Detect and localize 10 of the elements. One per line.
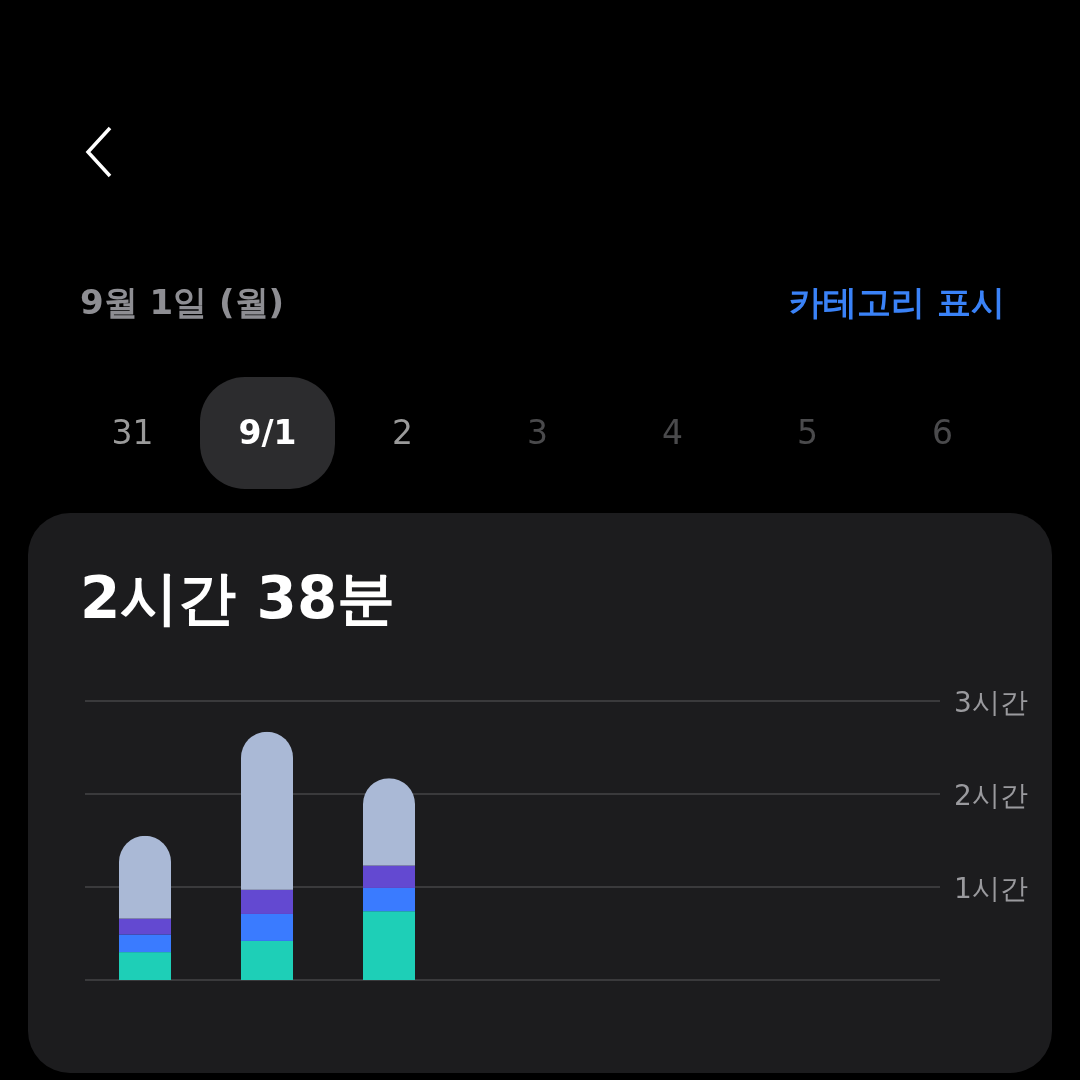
back-icon[interactable]	[84, 126, 114, 178]
day-tab[interactable]: 9/1	[200, 377, 335, 489]
selected-date-label: 9월 1일 (월)	[80, 280, 285, 324]
day-tab[interactable]: 2	[335, 377, 470, 489]
total-time: 2시간 38분	[79, 563, 397, 634]
show-categories-link[interactable]: 카테고리 표시	[789, 276, 1005, 328]
day-tab[interactable]: 31	[65, 377, 200, 489]
axis-label: 1시간	[954, 872, 1028, 906]
axis-label: 2시간	[954, 779, 1028, 813]
axis-label: 3시간	[954, 688, 1028, 720]
